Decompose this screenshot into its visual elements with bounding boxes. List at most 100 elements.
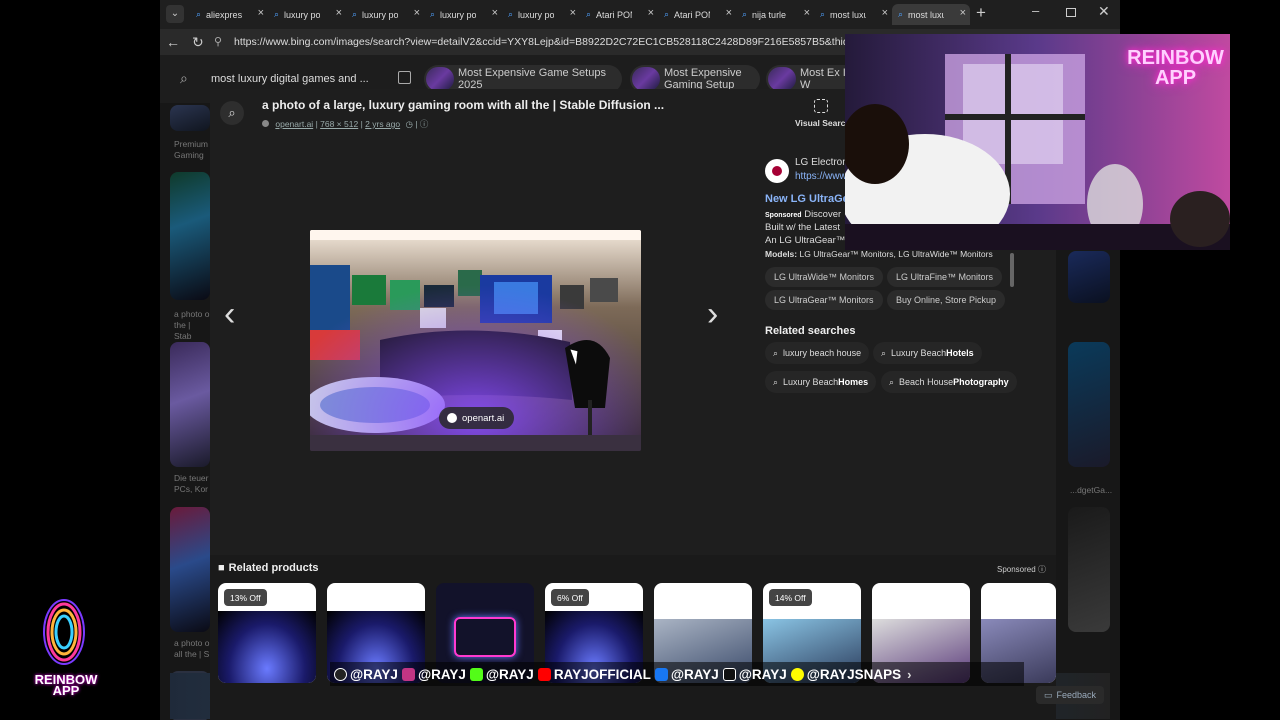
ad-pill-ultrawide[interactable]: LG UltraWide™ Monitors: [765, 267, 884, 287]
ad-pill-buy-online[interactable]: Buy Online, Store Pickup: [887, 290, 1006, 310]
close-icon[interactable]: ×: [258, 7, 264, 19]
search-icon[interactable]: ⌕: [220, 101, 244, 125]
tiktok-icon: [722, 667, 736, 681]
shopping-bag-icon: ■: [218, 562, 225, 574]
ad-desc-line2: Built w/ the Latest: [765, 222, 840, 233]
ad-pill-ultragear[interactable]: LG UltraGear™ Monitors: [765, 290, 883, 310]
close-icon[interactable]: ×: [726, 7, 732, 19]
visual-search-label[interactable]: Visual Search: [795, 118, 851, 128]
tab-most-luxury-1[interactable]: ⌕ most luxu ×: [814, 4, 892, 25]
result-caption: a photo o all the | S: [174, 638, 210, 659]
result-caption: a photo o the | Stab: [174, 309, 210, 341]
feedback-icon: ▭: [1044, 689, 1053, 700]
related-search-item[interactable]: ⌕ luxury beach house: [765, 342, 870, 364]
neon-sign: REINBOW APP: [1127, 47, 1224, 89]
new-tab-button[interactable]: +: [976, 3, 986, 23]
next-image-arrow-icon[interactable]: ›: [707, 295, 718, 334]
result-thumbnail[interactable]: [170, 172, 210, 300]
close-icon[interactable]: ×: [492, 7, 498, 19]
close-icon[interactable]: ×: [570, 7, 576, 19]
feedback-button[interactable]: ▭ Feedback: [1036, 686, 1105, 704]
close-icon[interactable]: ×: [882, 7, 888, 19]
tab-bar: ⌄ ⌕aliexpress× ⌕luxury por× ⌕luxury por×…: [160, 0, 1120, 29]
image-title[interactable]: a photo of a large, luxury gaming room w…: [262, 98, 664, 112]
discount-badge: 13% Off: [224, 589, 267, 606]
product-image: [454, 617, 516, 657]
search-icon: ⌕: [664, 9, 670, 19]
image-meta: openart.ai | 768 × 512 | 2 yrs ago ◷ | ⓘ: [262, 118, 428, 130]
reinbow-logo-icon: [43, 599, 85, 665]
visual-search-icon[interactable]: [398, 71, 411, 84]
panel-scrollbar[interactable]: [1010, 253, 1014, 287]
youtube-icon: [537, 667, 551, 681]
search-icon: ⌕: [773, 347, 779, 358]
reload-icon[interactable]: ↻: [192, 34, 204, 51]
image-age[interactable]: 2 yrs ago: [365, 119, 400, 129]
site-info-icon[interactable]: ⚲: [214, 32, 228, 52]
result-thumbnail[interactable]: [170, 342, 210, 467]
related-search-item[interactable]: ⌕ Luxury Beach Hotels: [873, 342, 982, 364]
source-link[interactable]: openart.ai: [275, 119, 313, 129]
openart-logo-icon: [447, 413, 457, 423]
threads-icon: [334, 667, 347, 681]
result-thumbnail[interactable]: [1068, 342, 1110, 467]
ad-url[interactable]: https://www.: [795, 171, 849, 182]
ad-pill-ultrafine[interactable]: LG UltraFine™ Monitors: [887, 267, 1003, 287]
tab-most-luxury-2[interactable]: ⌕ most luxu ×: [892, 4, 970, 25]
visual-search-icon[interactable]: [814, 99, 828, 113]
close-icon[interactable]: ×: [414, 7, 420, 19]
related-searches-title: Related searches: [765, 325, 856, 337]
chip-thumbnail: [632, 67, 660, 91]
search-icon: ⌕: [881, 347, 887, 358]
tab-atari-1[interactable]: ⌕Atari PON×: [580, 4, 658, 25]
search-icon: ⌕: [508, 9, 514, 19]
tab-luxury-3[interactable]: ⌕ luxury por ×: [424, 4, 502, 25]
related-search-item[interactable]: ⌕ Luxury Beach Homes: [765, 371, 877, 393]
search-icon: ⌕: [773, 376, 779, 387]
result-thumbnail[interactable]: [1068, 251, 1110, 303]
search-icon: ⌕: [820, 9, 826, 19]
tab-aliexpress[interactable]: ⌕aliexpress×: [190, 4, 268, 25]
tab-luxury-4[interactable]: ⌕ luxury por ×: [502, 4, 580, 25]
previous-image-arrow-icon[interactable]: ‹: [224, 295, 235, 334]
search-icon: ⌕: [430, 9, 436, 19]
result-thumbnail[interactable]: [1068, 507, 1110, 632]
tab-luxury-1[interactable]: ⌕ luxury por ×: [268, 4, 346, 25]
url-field[interactable]: https://www.bing.com/images/search?view=…: [234, 36, 901, 48]
minimize-button[interactable]: –: [1032, 3, 1039, 18]
ad-headline[interactable]: New LG UltraGe: [765, 193, 849, 205]
close-icon[interactable]: ×: [648, 7, 654, 19]
result-caption: ...dgetGa...: [1070, 485, 1113, 495]
info-icon[interactable]: ⓘ: [1038, 565, 1046, 574]
product-card[interactable]: 13% Off: [218, 583, 316, 683]
image-source-badge[interactable]: openart.ai: [439, 407, 515, 429]
info-icon[interactable]: ⓘ: [420, 119, 429, 129]
related-products-title: ■ Related products: [218, 562, 319, 574]
instagram-icon: [401, 667, 415, 681]
search-icon: ⌕: [889, 376, 895, 387]
search-icon: ⌕: [180, 70, 188, 86]
discount-badge: 6% Off: [551, 589, 589, 606]
tab-nija[interactable]: ⌕nija turle a×: [736, 4, 814, 25]
tab-luxury-2[interactable]: ⌕ luxury por ×: [346, 4, 424, 25]
close-window-button[interactable]: ✕: [1098, 3, 1110, 20]
facebook-icon: [654, 667, 668, 681]
result-caption: Die teuer PCs, Kor: [174, 473, 209, 494]
maximize-button[interactable]: [1066, 8, 1076, 17]
close-icon[interactable]: ×: [804, 7, 810, 19]
result-thumbnail[interactable]: [170, 105, 210, 131]
close-icon[interactable]: ×: [960, 7, 966, 19]
tab-list-dropdown-icon[interactable]: ⌄: [166, 5, 184, 23]
snapchat-icon: [790, 667, 804, 681]
history-icon[interactable]: ◷: [406, 119, 413, 129]
image-dimensions[interactable]: 768 × 512: [320, 119, 358, 129]
back-arrow-icon[interactable]: ←: [166, 34, 180, 50]
close-icon[interactable]: ×: [336, 7, 342, 19]
search-icon: ⌕: [274, 9, 280, 19]
chevron-right-icon[interactable]: ›: [907, 667, 911, 682]
tab-atari-2[interactable]: ⌕Atari PON×: [658, 4, 736, 25]
ad-advertiser[interactable]: LG Electron: [795, 157, 848, 168]
result-thumbnail[interactable]: [170, 507, 210, 632]
search-icon: ⌕: [352, 9, 358, 19]
related-search-item[interactable]: ⌕ Beach House Photography: [881, 371, 1017, 393]
